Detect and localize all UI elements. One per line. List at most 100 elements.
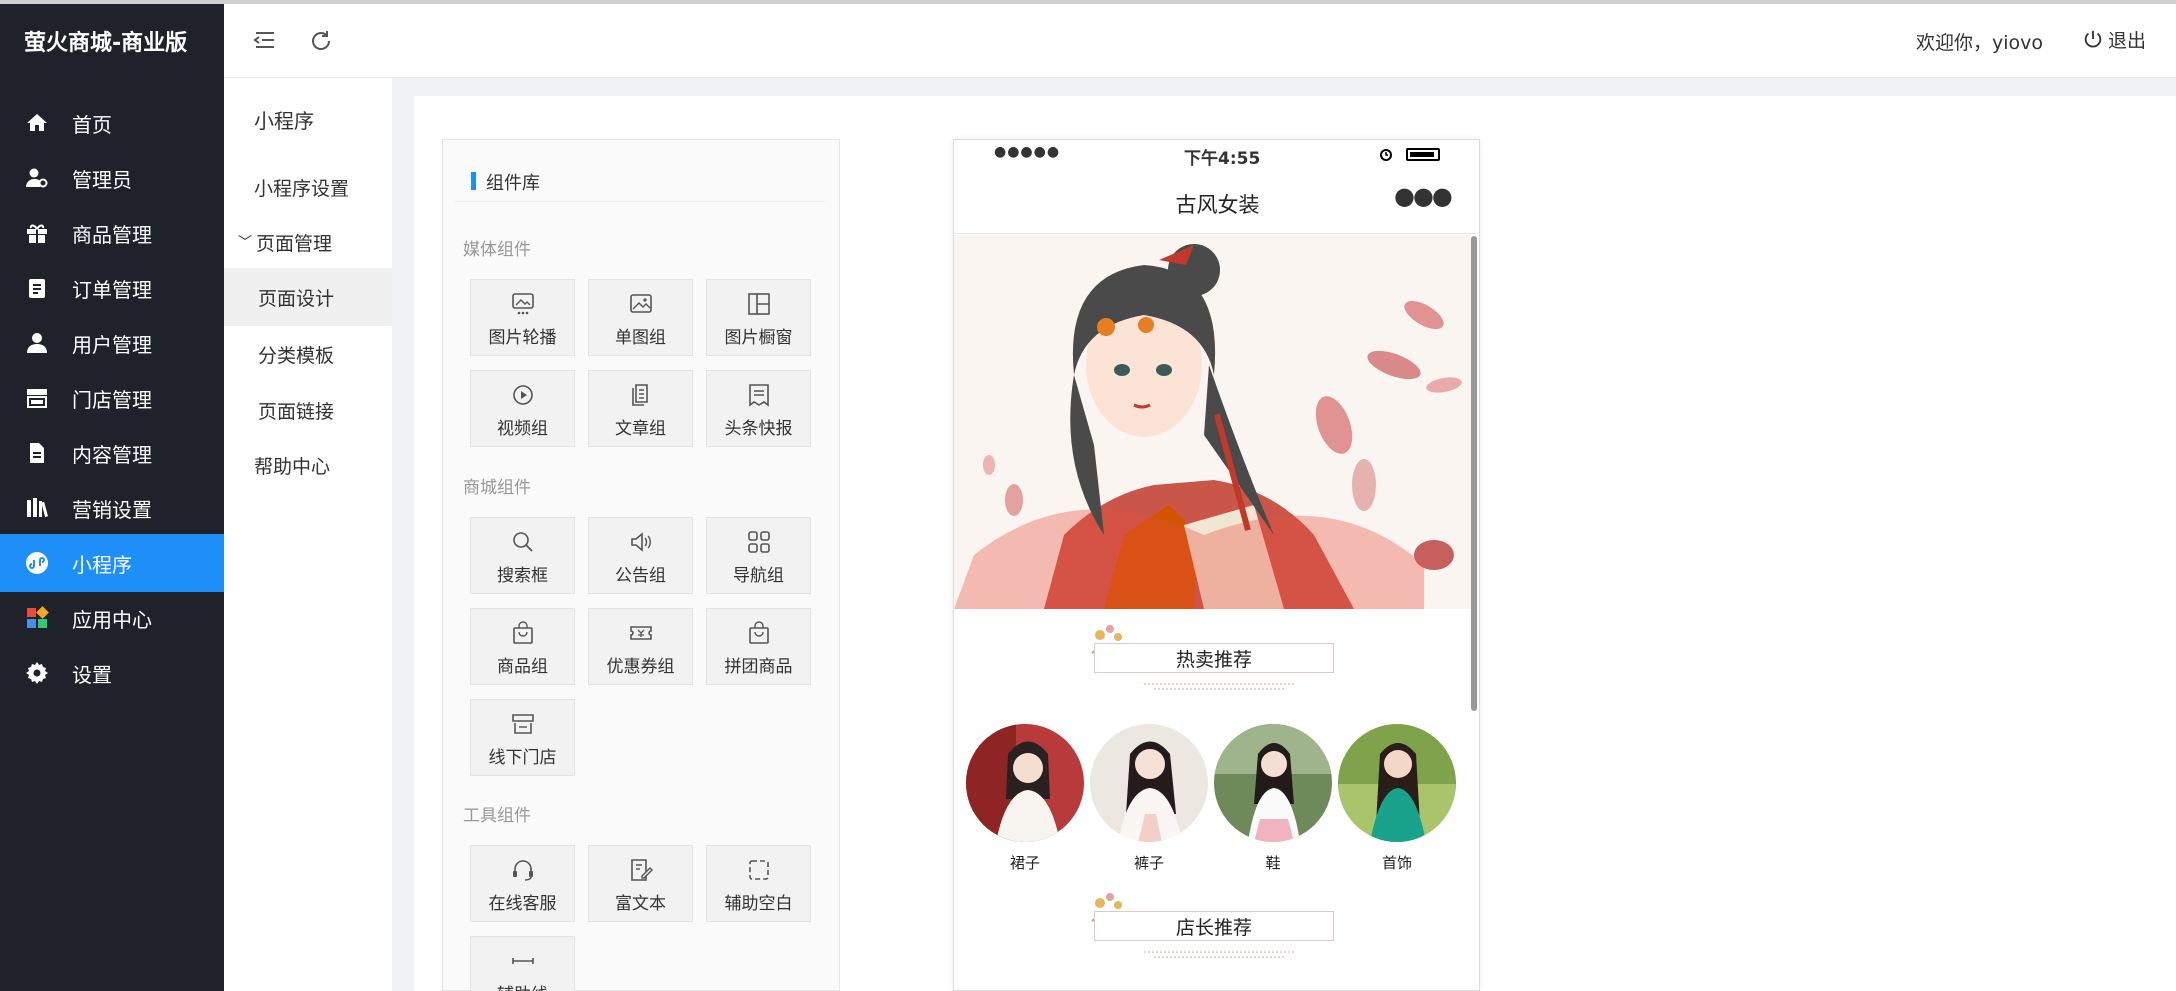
edit-icon (630, 859, 653, 881)
comp-label: 导航组 (733, 566, 784, 586)
gift-icon (24, 220, 50, 246)
sidebar-item-settings[interactable]: 设置 (0, 644, 224, 702)
group-title-media: 媒体组件 (463, 240, 531, 260)
comp-search[interactable]: 搜索框 (470, 517, 575, 594)
collapse-menu-icon[interactable] (252, 28, 278, 54)
submenu-item-page-design[interactable]: 页面设计 (224, 268, 392, 326)
group-title-shop: 商城组件 (463, 478, 531, 498)
comp-notice[interactable]: 公告组 (588, 517, 693, 594)
section-header-hot: 热卖推荐 (1064, 615, 1364, 705)
sidebar-item-marketing[interactable]: 营销设置 (0, 479, 224, 537)
grid-icon (747, 531, 770, 553)
sidebar-item-miniprogram[interactable]: 小程序 (0, 534, 224, 592)
comp-label: 商品组 (497, 657, 548, 677)
category-item[interactable]: 裤子 (1090, 724, 1208, 873)
sidebar-item-apps[interactable]: 应用中心 (0, 589, 224, 647)
sidebar-item-label: 营销设置 (72, 497, 152, 522)
apps-icon (24, 605, 50, 631)
home-icon (24, 110, 50, 136)
logout-label: 退出 (2108, 30, 2147, 52)
phone-preview: ●●●●● 下午4:55 古风女装 ●●● 热卖推荐 裙子 裤子 鞋 首饰 店长… (953, 139, 1480, 991)
comp-offline-store[interactable]: 线下门店 (470, 699, 575, 776)
sidebar-item-label: 小程序 (72, 552, 132, 577)
sidebar-item-label: 用户管理 (72, 332, 152, 357)
welcome-text: 欢迎你，yiovo (1916, 32, 2044, 54)
decorative-script-icon (1144, 683, 1294, 690)
comp-group-buy[interactable]: 拼团商品 (706, 608, 811, 685)
submenu-item-category-template[interactable]: 分类模板 (224, 325, 392, 383)
store-icon (511, 714, 534, 734)
logout-button[interactable]: 退出 (2082, 26, 2146, 53)
comp-banner[interactable]: 图片轮播 (470, 279, 575, 356)
category-avatar (1338, 724, 1456, 842)
user-icon (24, 330, 50, 356)
submenu-title: 小程序 (254, 108, 314, 133)
sidebar-item-home[interactable]: 首页 (0, 94, 224, 152)
top-header: 欢迎你，yiovo 退出 (224, 4, 2176, 78)
phone-scrollbar[interactable] (1471, 236, 1477, 711)
divider-icon (511, 958, 534, 964)
more-icon[interactable]: ●●● (1394, 182, 1453, 210)
library-title: 组件库 (486, 173, 540, 194)
refresh-icon[interactable] (308, 28, 334, 54)
comp-divider[interactable]: 辅助线 (470, 936, 575, 991)
comp-label: 公告组 (615, 566, 666, 586)
sidebar-item-label: 商品管理 (72, 222, 152, 247)
category-item[interactable]: 裙子 (966, 724, 1084, 873)
component-library: 组件库 媒体组件 图片轮播 单图组 图片橱窗 视频组 文章组 头条快报 商城组件 (442, 139, 840, 991)
comp-image-window[interactable]: 图片橱窗 (706, 279, 811, 356)
comp-headline[interactable]: 头条快报 (706, 370, 811, 447)
comp-article[interactable]: 文章组 (588, 370, 693, 447)
library-header: 组件库 (455, 158, 825, 202)
category-name: 首饰 (1381, 854, 1412, 872)
sidebar-item-label: 应用中心 (72, 607, 152, 632)
submenu-item-help[interactable]: 帮助中心 (224, 436, 392, 494)
play-icon (512, 385, 533, 405)
comp-label: 辅助线 (497, 980, 548, 991)
sidebar-item-label: 订单管理 (72, 277, 152, 302)
power-icon (2084, 30, 2102, 47)
category-name: 裤子 (1133, 854, 1164, 872)
category-item[interactable]: 鞋 (1214, 724, 1332, 873)
comp-coupon[interactable]: 优惠券组 (588, 608, 693, 685)
comp-blank[interactable]: 辅助空白 (706, 845, 811, 922)
sidebar-item-label: 门店管理 (72, 387, 152, 412)
comp-navigation[interactable]: 导航组 (706, 517, 811, 594)
bag-icon (512, 621, 533, 644)
document-icon (24, 440, 50, 466)
dashed-box-icon (748, 860, 769, 880)
comp-video[interactable]: 视频组 (470, 370, 575, 447)
bag-icon (748, 621, 769, 644)
sidebar-item-label: 管理员 (72, 167, 132, 192)
sidebar-item-goods[interactable]: 商品管理 (0, 204, 224, 262)
sidebar-item-stores[interactable]: 门店管理 (0, 369, 224, 427)
comp-label: 视频组 (497, 419, 548, 439)
window-icon (747, 293, 770, 315)
comp-label: 单图组 (615, 328, 666, 348)
sidebar-item-admin[interactable]: 管理员 (0, 149, 224, 207)
banner-image[interactable] (954, 235, 1471, 609)
sidebar-item-users[interactable]: 用户管理 (0, 314, 224, 372)
submenu-item-page-manage[interactable]: ﹀ 页面管理 (224, 213, 392, 271)
section-header-manager: 店长推荐 (1064, 883, 1364, 973)
sidebar-item-label: 首页 (72, 112, 112, 137)
sidebar-item-content[interactable]: 内容管理 (0, 424, 224, 482)
comp-label: 图片轮播 (488, 328, 557, 348)
phone-status-bar: ●●●●● 下午4:55 (954, 140, 1479, 170)
admin-icon (24, 165, 50, 191)
comp-label: 图片橱窗 (724, 328, 793, 348)
sidebar-item-label: 设置 (72, 662, 112, 687)
comp-rich-text[interactable]: 富文本 (588, 845, 693, 922)
comp-online-service[interactable]: 在线客服 (470, 845, 575, 922)
category-item[interactable]: 首饰 (1338, 724, 1456, 873)
category-avatar (1214, 724, 1332, 842)
submenu-item-page-links[interactable]: 页面链接 (224, 381, 392, 439)
sidebar-item-orders[interactable]: 订单管理 (0, 259, 224, 317)
comp-label: 在线客服 (488, 894, 557, 914)
brand-title: 萤火商城-商业版 (24, 31, 188, 56)
comp-label: 头条快报 (724, 419, 793, 439)
submenu-item-settings[interactable]: 小程序设置 (224, 158, 392, 216)
comp-goods[interactable]: 商品组 (470, 608, 575, 685)
miniprogram-icon (24, 550, 50, 576)
comp-single-image[interactable]: 单图组 (588, 279, 693, 356)
